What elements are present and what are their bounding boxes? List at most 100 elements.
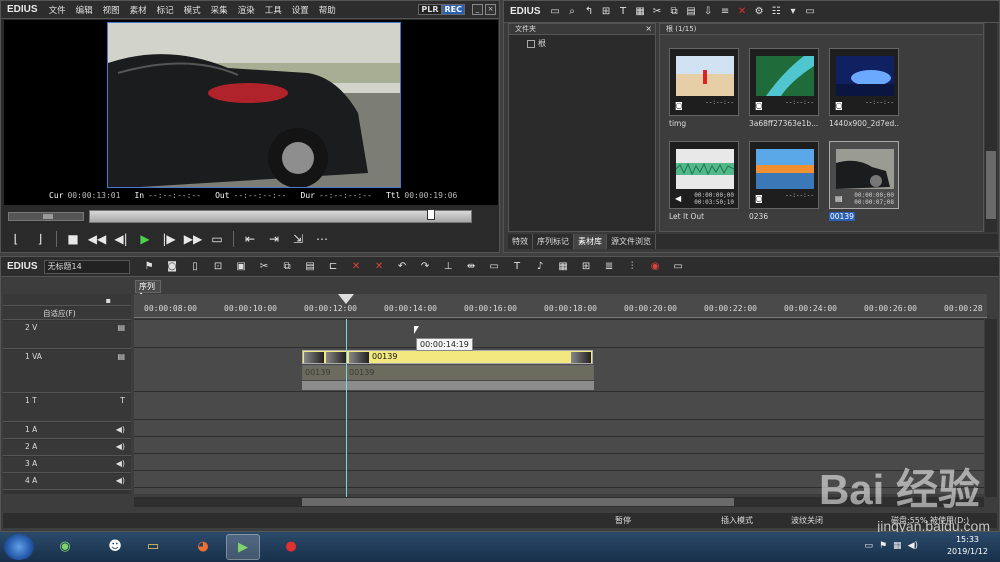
clock[interactable]: 15:33 2019/1/12 xyxy=(947,534,988,558)
tab-sequence-markers[interactable]: 序列标记 xyxy=(533,234,574,249)
export-icon[interactable]: ▦ xyxy=(552,261,575,272)
view-dropdown-icon[interactable]: ▾ xyxy=(785,6,802,17)
play-icon[interactable]: ▶ xyxy=(133,229,157,249)
recorder-icon[interactable]: ● xyxy=(274,534,308,560)
step-back-icon[interactable]: ◀| xyxy=(109,229,133,249)
close-icon[interactable]: × xyxy=(645,24,652,33)
speaker-icon[interactable]: ◀) xyxy=(116,459,125,468)
keyboard-icon[interactable]: ▭ xyxy=(864,541,873,551)
stop-icon[interactable]: ■ xyxy=(61,229,85,249)
export-icon[interactable]: ⇲ xyxy=(286,229,310,249)
menu-file[interactable]: 文件 xyxy=(44,4,71,16)
color-bar-icon[interactable]: ▦ xyxy=(632,6,649,17)
redo-icon[interactable]: ↷ xyxy=(414,261,437,272)
menu-view[interactable]: 视图 xyxy=(98,4,125,16)
title-track-icon[interactable]: T xyxy=(120,396,125,405)
copy-icon[interactable]: ⧉ xyxy=(276,261,299,272)
new-project-icon[interactable]: ▯ xyxy=(184,261,207,272)
timeline-ruler[interactable]: 00:00:08:00 00:00:10:00 00:00:12:00 00:0… xyxy=(134,294,987,318)
folder-icon[interactable]: ▭ xyxy=(547,6,564,17)
start-button-icon[interactable] xyxy=(4,534,34,560)
menu-render[interactable]: 渲染 xyxy=(233,4,260,16)
properties-icon[interactable]: ⚙ xyxy=(751,6,768,17)
status-insert-mode[interactable]: 插入模式 xyxy=(721,515,753,526)
paste-icon[interactable]: ▤ xyxy=(683,6,700,17)
tab-source-browser[interactable]: 源文件浏览 xyxy=(607,234,656,249)
playhead-line[interactable] xyxy=(346,319,347,497)
shuttle-knob[interactable] xyxy=(43,214,53,219)
up-folder-icon[interactable]: ↰ xyxy=(581,6,598,17)
minimize-icon[interactable]: _ xyxy=(472,4,483,15)
clip-item-selected[interactable]: ▤ 00:00:00;00 00:00:07;08 00139 xyxy=(829,141,899,221)
plr-button[interactable]: PLR xyxy=(418,4,442,15)
menu-tools[interactable]: 工具 xyxy=(260,4,287,16)
menu-clip[interactable]: 素材 xyxy=(125,4,152,16)
firefox-icon[interactable]: ◕ xyxy=(186,534,220,560)
title-icon[interactable]: T xyxy=(506,261,529,272)
clip-item[interactable]: ◙ --:--:-- timg xyxy=(669,48,739,128)
undo-icon[interactable]: ↶ xyxy=(391,261,414,272)
more-icon[interactable]: ⋯ xyxy=(310,229,334,249)
menu-settings[interactable]: 设置 xyxy=(287,4,314,16)
overwrite-to-timeline-icon[interactable]: ⇥ xyxy=(262,229,286,249)
folder-root[interactable]: 根 xyxy=(527,38,655,49)
timeline-vertical-scrollbar[interactable] xyxy=(985,319,997,497)
save-project-icon[interactable]: ▣ xyxy=(230,261,253,272)
browser-360-icon[interactable]: ◉ xyxy=(48,534,82,560)
delete-icon[interactable]: ✕ xyxy=(734,6,751,17)
tab-effects[interactable]: 特效 xyxy=(508,234,533,249)
hscroll-thumb[interactable] xyxy=(302,498,734,506)
audio-levels-icon[interactable]: ⫶ xyxy=(621,261,644,272)
record-icon[interactable]: ◉ xyxy=(644,261,667,272)
effects-icon[interactable]: ▭ xyxy=(483,261,506,272)
clip-item[interactable]: ◙ --:--:-- 1440x900_2d7ed... xyxy=(829,48,899,128)
menu-help[interactable]: 帮助 xyxy=(314,4,341,16)
shuttle-slider[interactable] xyxy=(8,212,84,221)
position-handle[interactable] xyxy=(427,209,435,220)
search-icon[interactable]: ⌕ xyxy=(564,6,581,17)
playhead-marker[interactable] xyxy=(134,294,987,318)
plr-rec-toggle[interactable]: PLR REC xyxy=(418,4,465,15)
menu-edit[interactable]: 编辑 xyxy=(71,4,98,16)
clip-item[interactable]: ◀ 00:00:00;00 00:03:50;10 Let It Out xyxy=(669,141,739,221)
mixer-icon[interactable]: ≣ xyxy=(598,261,621,272)
clip-item[interactable]: ◙ --:--:-- 0236 xyxy=(749,141,819,221)
rec-button[interactable]: REC xyxy=(441,4,465,15)
bin-scrollbar[interactable] xyxy=(985,23,997,232)
bin-scroll-thumb[interactable] xyxy=(986,151,996,219)
folder-expand-icon[interactable] xyxy=(527,39,535,48)
rewind-icon[interactable]: ◀◀ xyxy=(85,229,109,249)
set-out-icon[interactable]: ⌋ xyxy=(28,229,52,249)
speaker-icon[interactable]: ◀) xyxy=(116,442,125,451)
loop-icon[interactable]: ▭ xyxy=(205,229,229,249)
file-explorer-icon[interactable]: ▭ xyxy=(136,534,170,560)
clip-item[interactable]: ◙ --:--:-- 3a68ff27363e1b... xyxy=(749,48,819,128)
paste-icon[interactable]: ▤ xyxy=(299,261,322,272)
add-clip-icon[interactable]: ⊞ xyxy=(598,6,615,17)
flag-icon[interactable]: ⚑ xyxy=(879,541,887,551)
new-sequence-icon[interactable]: ⚑ xyxy=(138,261,161,272)
snapshot-icon[interactable]: ◙ xyxy=(161,261,184,272)
fast-forward-icon[interactable]: ▶▶ xyxy=(181,229,205,249)
split-icon[interactable]: ⊥ xyxy=(437,261,460,272)
open-project-icon[interactable]: ⊡ xyxy=(207,261,230,272)
insert-icon[interactable]: ≡ xyxy=(717,6,734,17)
speaker-icon[interactable]: ◀) xyxy=(116,476,125,485)
set-in-icon[interactable]: ⌊ xyxy=(4,229,28,249)
volume-icon[interactable]: ◀) xyxy=(908,541,918,551)
menu-capture[interactable]: 采集 xyxy=(206,4,233,16)
layout-icon[interactable]: ▭ xyxy=(667,261,690,272)
insert-to-timeline-icon[interactable]: ⇤ xyxy=(238,229,262,249)
close-icon[interactable]: × xyxy=(485,4,496,15)
speaker-icon[interactable]: ◀) xyxy=(116,425,125,434)
ripple-delete-icon[interactable]: ✕ xyxy=(368,261,391,272)
lock-icon[interactable]: ▪ xyxy=(106,296,111,305)
track-toggle-icon[interactable]: ▤ xyxy=(117,323,125,332)
menu-marker[interactable]: 标记 xyxy=(152,4,179,16)
track-toggle-icon[interactable]: ▤ xyxy=(117,352,125,361)
tab-sequence[interactable]: 序列1 xyxy=(135,280,161,301)
cut-icon[interactable]: ✂ xyxy=(253,261,276,272)
grid-icon[interactable]: ⊞ xyxy=(575,261,598,272)
window-icon[interactable]: ▭ xyxy=(802,6,819,17)
position-slider[interactable] xyxy=(89,209,472,223)
